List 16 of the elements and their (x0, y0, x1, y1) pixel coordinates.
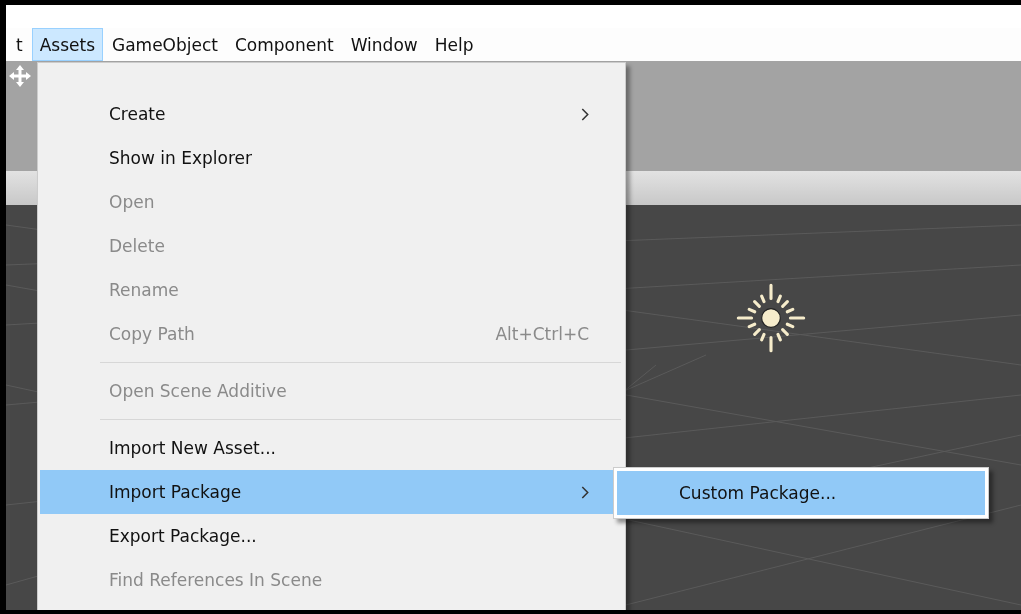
menu-item[interactable]: Import New Asset... (40, 426, 623, 470)
menu-bar-item[interactable]: Assets (31, 28, 103, 61)
menu-bar-item[interactable]: t (8, 28, 31, 61)
move-icon[interactable] (8, 64, 32, 88)
chevron-right-icon (581, 107, 589, 121)
menu-bar-item[interactable]: Component (227, 28, 342, 61)
menu-item[interactable]: Custom Package... (617, 471, 985, 515)
menu-bar-item[interactable]: Help (426, 28, 482, 61)
menu-item[interactable]: Show in Explorer (40, 136, 623, 180)
menu-item[interactable]: Create (40, 92, 623, 136)
menu-bar-item[interactable]: Window (342, 28, 426, 61)
sun-icon (736, 283, 806, 353)
shortcut-label: Alt+Ctrl+C (495, 324, 589, 344)
menu-item[interactable]: Export Package... (40, 514, 623, 558)
chevron-right-icon (581, 485, 589, 499)
menu-bar-item[interactable]: GameObject (104, 28, 226, 61)
